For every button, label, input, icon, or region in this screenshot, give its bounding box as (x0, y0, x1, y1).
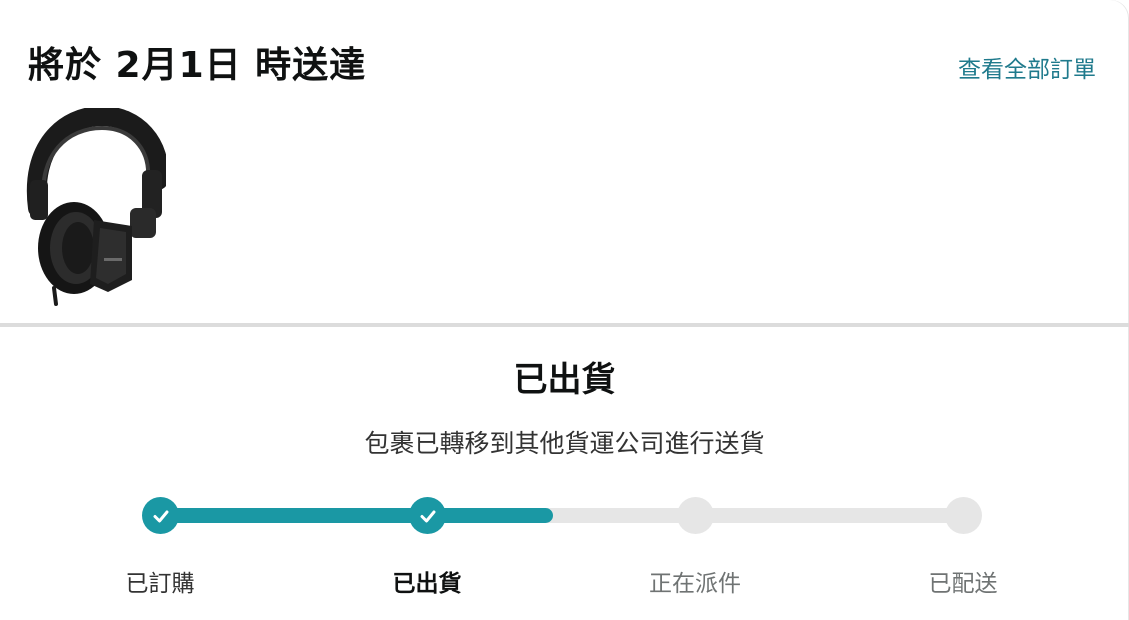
step-label-delivered: 已配送 (928, 571, 998, 597)
step-out-for-delivery-dot-icon (677, 497, 714, 534)
progress-tracker: 已訂購 已出貨 正在派件 已配送 (0, 490, 1129, 600)
shipment-status-heading: 已出貨 (513, 360, 616, 400)
step-ordered-check-icon (142, 497, 179, 534)
shipment-status-detail: 包裹已轉移到其他貨運公司進行送貨 (364, 429, 765, 458)
step-delivered-dot-icon (945, 497, 982, 534)
delivery-date-title: 將於 2月1日 時送達 (28, 45, 367, 86)
delivery-card: 將於 2月1日 時送達 查看全部訂單 已出貨 包裹已轉移到其他貨運公司進行送貨 … (0, 0, 1129, 620)
progress-fill (160, 508, 554, 523)
step-label-out-for-delivery: 正在派件 (649, 571, 741, 597)
product-image[interactable] (24, 105, 169, 308)
view-all-orders-link[interactable]: 查看全部訂單 (958, 50, 1096, 84)
delivery-summary: 將於 2月1日 時送達 查看全部訂單 (0, 0, 1129, 323)
step-label-shipped: 已出貨 (392, 571, 462, 597)
headphones-icon (26, 105, 169, 306)
step-label-ordered: 已訂購 (125, 571, 195, 597)
section-divider (0, 323, 1129, 327)
step-shipped-check-icon (409, 497, 446, 534)
